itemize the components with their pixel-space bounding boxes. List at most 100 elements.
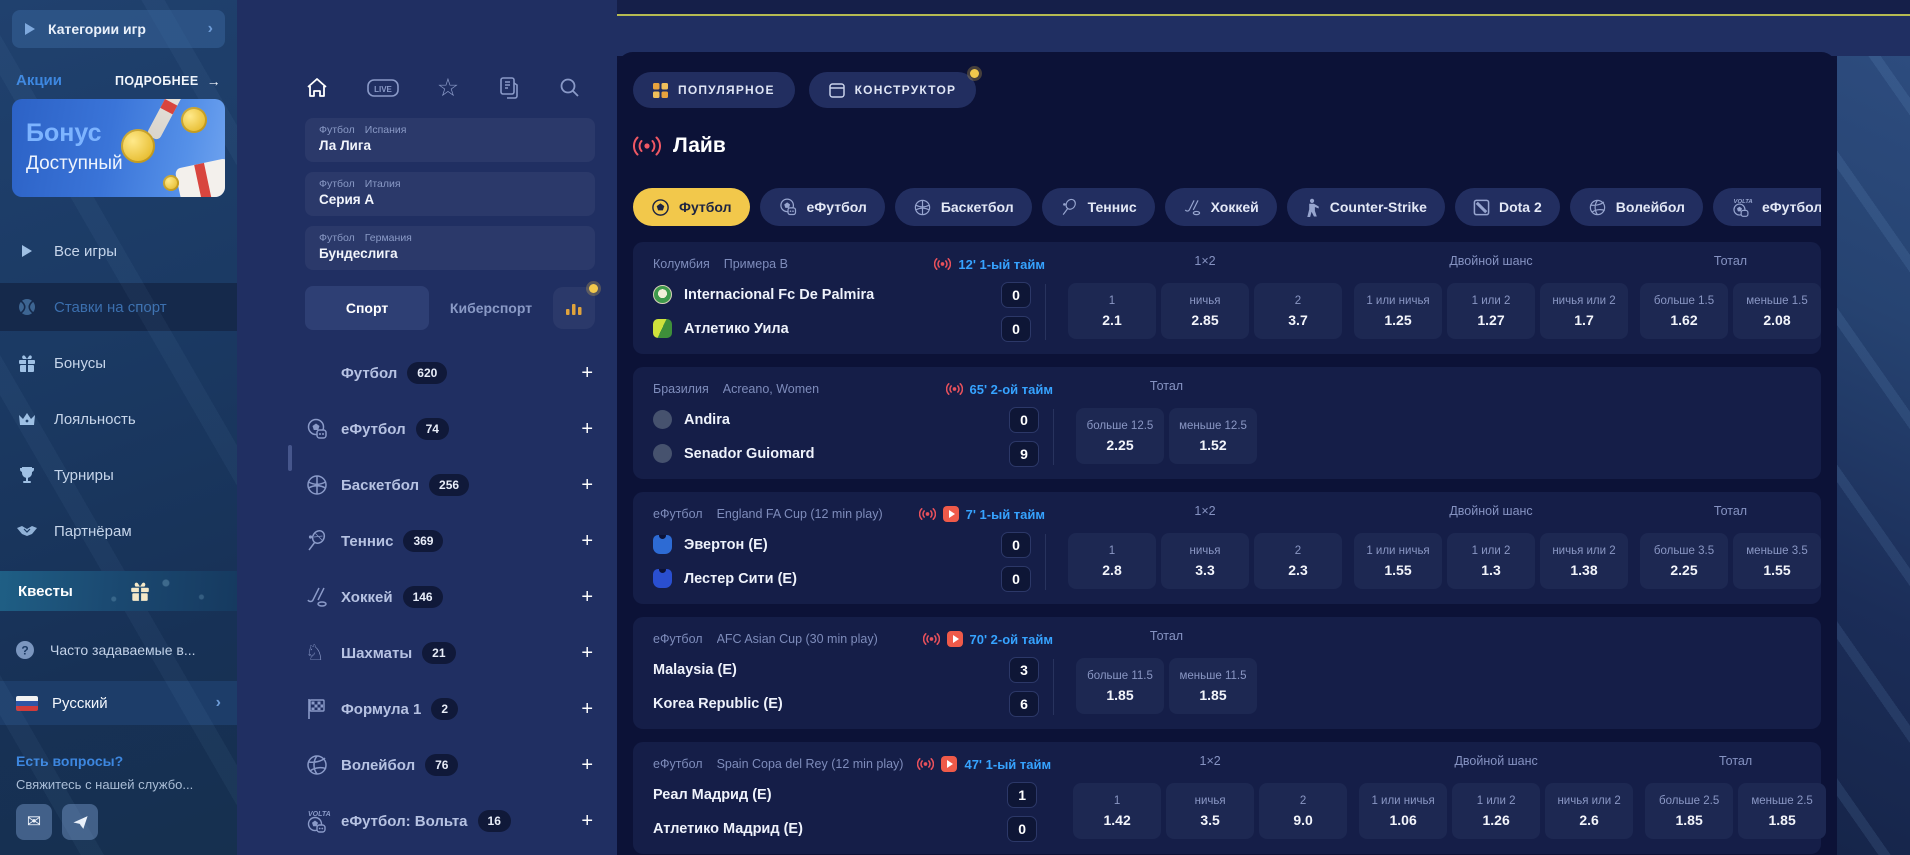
odds-cell[interactable]: 2 3.7 (1254, 283, 1342, 339)
odds-cell[interactable]: 1 или ничья 1.06 (1359, 783, 1447, 839)
team-row[interactable]: Атлетико Мадрид (E) 0 (653, 815, 1051, 842)
sidebar-item-bonuses[interactable]: Бонусы (0, 339, 237, 387)
odds-cell[interactable]: 1 2.1 (1068, 283, 1156, 339)
expand-plus-icon[interactable]: + (581, 586, 595, 609)
odds-cell[interactable]: больше 12.5 2.25 (1076, 408, 1164, 464)
odds-cell[interactable]: меньше 3.5 1.55 (1733, 533, 1821, 589)
team-row[interactable]: Лестер Сити (E) 0 (653, 565, 1045, 592)
tab-cybersport[interactable]: Киберспорт (429, 300, 553, 316)
expand-plus-icon[interactable]: + (581, 362, 595, 385)
chip-hockey[interactable]: Хоккей (1165, 188, 1277, 226)
sport-row-hockey[interactable]: Хоккей 146 + (305, 574, 595, 620)
odds-cell[interactable]: меньше 1.5 2.08 (1733, 283, 1821, 339)
odds-cell[interactable]: ничья или 2 1.7 (1540, 283, 1628, 339)
more-link[interactable]: ПОДРОБНЕЕ → (115, 73, 221, 89)
expand-plus-icon[interactable]: + (581, 530, 595, 553)
team-row[interactable]: Andira 0 (653, 406, 1053, 433)
odds-cell[interactable]: больше 11.5 1.85 (1076, 658, 1164, 714)
sidebar-item-all-games[interactable]: Все игры (0, 227, 237, 275)
odds-cell[interactable]: больше 1.5 1.62 (1640, 283, 1728, 339)
team-row[interactable]: Korea Republic (E) 6 (653, 690, 1053, 717)
sport-row-efootball-volta[interactable]: VOLTA еФутбол: Вольта 16 + (305, 798, 595, 844)
chip-volleyball[interactable]: Волейбол (1570, 188, 1703, 226)
chip-tennis[interactable]: Теннис (1042, 188, 1155, 226)
promotions-link[interactable]: Акции (16, 72, 62, 89)
league-quicklink-laliga[interactable]: ФутболИспания Ла Лига (305, 118, 595, 162)
odds-cell[interactable]: 1 или ничья 1.25 (1354, 283, 1442, 339)
odds-cell[interactable]: 2 9.0 (1259, 783, 1347, 839)
email-button[interactable]: ✉ (16, 804, 52, 840)
odds-cell[interactable]: меньше 11.5 1.85 (1169, 658, 1257, 714)
match-card[interactable]: Колумбия Примера B 12' 1-ый тайм (633, 242, 1821, 354)
sport-row-tennis[interactable]: Теннис 369 + (305, 518, 595, 564)
sidebar-item-loyalty[interactable]: Лояльность (0, 395, 237, 443)
league-quicklink-seriea[interactable]: ФутболИталия Серия А (305, 172, 595, 216)
sport-row-formula1[interactable]: Формула 1 2 + (305, 686, 595, 732)
expand-plus-icon[interactable]: + (581, 810, 595, 833)
odds-cell[interactable]: 1 или 2 1.26 (1452, 783, 1540, 839)
sport-row-volleyball[interactable]: Волейбол 76 + (305, 742, 595, 788)
favorites-star-icon[interactable]: ☆ (437, 78, 459, 98)
sport-row-basketball[interactable]: Баскетбол 256 + (305, 462, 595, 508)
team-row[interactable]: Эвертон (E) 0 (653, 531, 1045, 558)
odds-cell[interactable]: 1 1.42 (1073, 783, 1161, 839)
team-row[interactable]: Атлетико Уила 0 (653, 315, 1045, 342)
sidebar-item-tournaments[interactable]: Турниры (0, 451, 237, 499)
odds-cell[interactable]: 1 или ничья 1.55 (1354, 533, 1442, 589)
team-row[interactable]: Реал Мадрид (E) 1 (653, 781, 1051, 808)
telegram-button[interactable] (62, 804, 98, 840)
odds-cell[interactable]: ничья или 2 2.6 (1545, 783, 1633, 839)
chip-dota2[interactable]: Dota 2 (1455, 188, 1560, 226)
odds-cell[interactable]: ничья или 2 1.38 (1540, 533, 1628, 589)
team-row[interactable]: Senador Guiomard 9 (653, 440, 1053, 467)
chip-counter-strike[interactable]: Counter-Strike (1287, 188, 1445, 226)
quests-banner[interactable]: Квесты (0, 571, 237, 611)
tab-popular[interactable]: ПОПУЛЯРНОЕ (633, 72, 795, 108)
expand-plus-icon[interactable]: + (581, 418, 595, 441)
chip-efootball[interactable]: еФутбол (760, 188, 885, 226)
match-card[interactable]: еФутбол England FA Cup (12 min play) 7' … (633, 492, 1821, 604)
odds-cell[interactable]: меньше 12.5 1.52 (1169, 408, 1257, 464)
sport-row-football[interactable]: Футбол 620 + (305, 350, 595, 396)
expand-plus-icon[interactable]: + (581, 474, 595, 497)
scrollbar-thumb[interactable] (288, 445, 292, 471)
game-categories-button[interactable]: Категории игр › (12, 10, 225, 48)
odds-cell[interactable]: ничья 3.3 (1161, 533, 1249, 589)
tab-constructor[interactable]: КОНСТРУКТОР (809, 72, 977, 108)
expand-plus-icon[interactable]: + (581, 642, 595, 665)
match-card[interactable]: еФутбол AFC Asian Cup (30 min play) 70' … (633, 617, 1821, 729)
sidebar-item-sport-bets[interactable]: Ставки на спорт (0, 283, 237, 331)
tab-sport[interactable]: Спорт (305, 286, 429, 330)
faq-link[interactable]: ? Часто задаваемые в... (0, 627, 237, 673)
odds-cell[interactable]: меньше 2.5 1.85 (1738, 783, 1826, 839)
match-card[interactable]: еФутбол Spain Copa del Rey (12 min play)… (633, 742, 1821, 854)
live-icon[interactable]: LIVE (367, 78, 399, 98)
odds-cell[interactable]: больше 2.5 1.85 (1645, 783, 1733, 839)
team-row[interactable]: Internacional Fc De Palmira 0 (653, 281, 1045, 308)
expand-plus-icon[interactable]: + (581, 754, 595, 777)
match-time: 12' 1-ый тайм (958, 257, 1045, 272)
search-icon[interactable] (559, 77, 581, 99)
expand-plus-icon[interactable]: + (581, 698, 595, 721)
home-icon[interactable] (305, 77, 329, 99)
bonus-banner[interactable]: Бонус Доступный (12, 99, 225, 197)
odds-cell[interactable]: ничья 2.85 (1161, 283, 1249, 339)
sport-row-efootball[interactable]: еФутбол 74 + (305, 406, 595, 452)
sport-row-chess[interactable]: ♘ Шахматы 21 + (305, 630, 595, 676)
language-selector[interactable]: Русский › (0, 681, 237, 725)
chip-basketball[interactable]: Баскетбол (895, 188, 1032, 226)
odds-cell[interactable]: 1 2.8 (1068, 533, 1156, 589)
coupons-icon[interactable] (497, 76, 521, 100)
chip-efootball-volta[interactable]: VOLTA еФутбол: Вольта (1713, 188, 1821, 226)
odds-cell[interactable]: 1 или 2 1.3 (1447, 533, 1535, 589)
match-card[interactable]: Бразилия Acreano, Women 65' 2-ой тайм (633, 367, 1821, 479)
sidebar-item-partners[interactable]: Партнёрам (0, 507, 237, 555)
odds-cell[interactable]: ничья 3.5 (1166, 783, 1254, 839)
team-row[interactable]: Malaysia (E) 3 (653, 656, 1053, 683)
odds-cell[interactable]: 2 2.3 (1254, 533, 1342, 589)
odds-cell[interactable]: 1 или 2 1.27 (1447, 283, 1535, 339)
chip-football[interactable]: Футбол (633, 188, 750, 226)
odds-cell[interactable]: больше 3.5 2.25 (1640, 533, 1728, 589)
stats-button[interactable] (553, 287, 595, 329)
league-quicklink-bundesliga[interactable]: ФутболГермания Бундеслига (305, 226, 595, 270)
